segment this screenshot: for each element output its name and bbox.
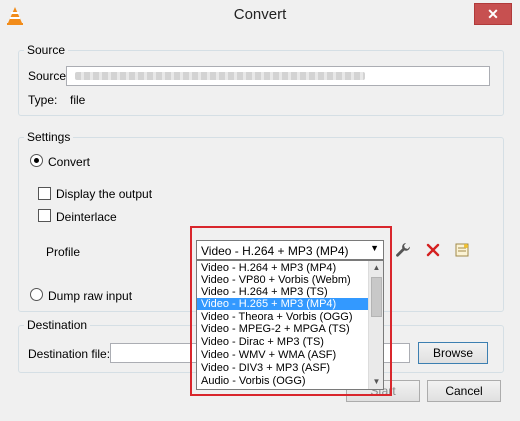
type-label: Type: [28,93,58,107]
display-output-checkbox[interactable] [38,187,51,200]
profile-label: Profile [46,245,81,259]
new-profile-icon [455,243,469,257]
source-group-label: Source [24,43,69,57]
red-x-icon [426,243,440,257]
source-path-field[interactable] [66,66,490,86]
title-bar: Convert ✕ [0,0,520,32]
dump-raw-label[interactable]: Dump raw input [48,289,132,303]
source-label: Source: [28,69,70,83]
blurred-source-path [75,72,365,80]
destination-group-label: Destination [24,318,91,332]
cancel-label: Cancel [445,384,483,398]
edit-profile-button[interactable] [392,239,414,261]
convert-label[interactable]: Convert [48,155,90,169]
browse-label: Browse [432,346,473,360]
type-value: file [70,93,86,107]
display-output-label[interactable]: Display the output [56,187,152,201]
annotation-highlight-frame [190,226,392,396]
close-button[interactable]: ✕ [474,3,512,25]
deinterlace-label[interactable]: Deinterlace [56,210,117,224]
convert-radio[interactable] [30,154,43,167]
window-title: Convert [233,6,287,23]
close-icon: ✕ [487,5,499,22]
cancel-button[interactable]: Cancel [427,380,501,402]
settings-group-label: Settings [24,130,74,144]
browse-button[interactable]: Browse [418,342,488,364]
deinterlace-checkbox[interactable] [38,209,51,222]
new-profile-button[interactable] [451,239,473,261]
destination-file-label: Destination file: [28,347,111,361]
delete-profile-button[interactable] [422,239,444,261]
wrench-icon [396,243,411,257]
dump-raw-radio[interactable] [30,288,43,301]
